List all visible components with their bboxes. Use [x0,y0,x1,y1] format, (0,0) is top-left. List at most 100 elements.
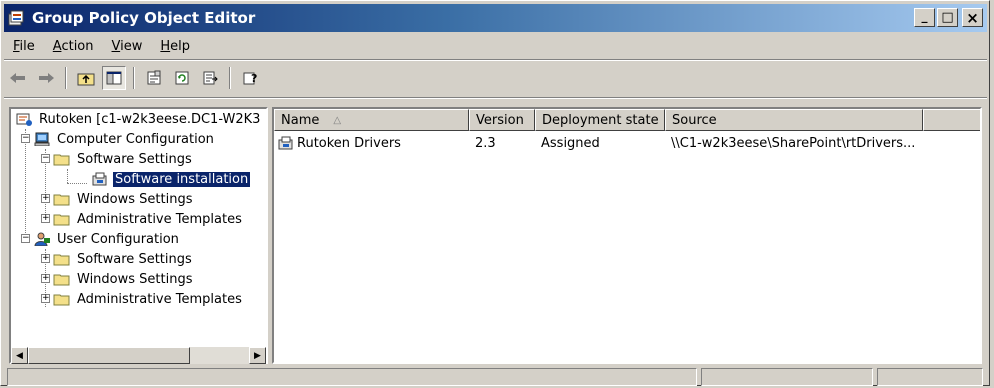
expand-toggle[interactable]: + [41,274,50,283]
software-install-icon [92,172,107,186]
tree-item-administrative-templates[interactable]: Administrative Templates [53,209,244,229]
row-name: Rutoken Drivers [297,135,401,151]
column-header-version[interactable]: Version [469,109,535,131]
menu-action-label: ction [61,38,94,54]
show-hide-tree-button[interactable] [102,66,126,90]
computer-icon [34,132,50,146]
scrollbar-thumb[interactable] [28,347,190,364]
tree-item-label: Windows Settings [77,191,193,207]
row-deployment-state: Assigned [541,135,600,151]
forward-arrow-icon [39,73,54,83]
scroll-right-button[interactable]: ▶ [249,347,266,364]
export-list-icon [203,71,218,85]
menu-toolbar-divider [4,59,987,61]
tree-item-user-configuration[interactable]: User Configuration [33,229,181,249]
close-icon: × [966,8,979,27]
row-source: \\C1-w2k3eese\SharePoint\rtDrivers... [671,135,916,151]
column-header-deployment-state[interactable]: Deployment state [535,109,665,131]
collapse-toggle[interactable]: − [21,234,30,243]
up-folder-icon [77,73,95,86]
tree-connector [67,169,69,183]
tree-horizontal-scrollbar[interactable]: ◀ ▶ [11,347,266,364]
tree-item-label: Software installation [113,171,251,187]
refresh-button[interactable] [170,66,194,90]
toolbar: ? [4,63,987,93]
tree-item-computer-configuration[interactable]: Computer Configuration [33,129,216,149]
menu-view-accel: V [111,38,121,54]
expand-toggle[interactable]: + [41,194,50,203]
maximize-button[interactable]: □ [937,8,958,27]
tree-item-label: Windows Settings [77,271,193,287]
tree-item-label: Administrative Templates [77,211,242,227]
export-list-button[interactable] [198,66,222,90]
folder-icon [53,274,70,286]
menu-view[interactable]: View [103,39,152,54]
scroll-left-button[interactable]: ◀ [11,347,28,364]
expand-toggle[interactable]: + [41,214,50,223]
expand-toggle[interactable]: + [41,294,50,303]
status-bar [4,366,987,386]
collapse-toggle[interactable]: − [41,154,50,163]
back-button[interactable] [6,66,30,90]
column-header-name[interactable]: Name △ [274,109,469,131]
tree-item-software-installation[interactable]: Software installation [91,169,251,189]
console-tree[interactable]: Rutoken [c1-w2k3eese.DC1-W2K3 − Computer… [9,107,268,364]
software-package-icon [278,136,293,150]
show-hide-tree-icon [106,71,122,85]
folder-icon [53,254,70,266]
toolbar-separator [133,67,135,89]
up-one-level-button[interactable] [74,66,98,90]
expand-toggle[interactable]: + [41,254,50,263]
tree-item-label: Administrative Templates [77,291,242,307]
properties-icon [147,70,161,85]
tree-item-user-windows-settings[interactable]: Windows Settings [53,269,194,289]
gpo-icon [16,113,32,126]
help-button[interactable]: ? [238,66,262,90]
tree-item-gpo-root[interactable]: Rutoken [c1-w2k3eese.DC1-W2K3 [15,109,262,129]
tree-item-label: Software Settings [77,151,192,167]
column-header-label: Deployment state [542,112,659,128]
left-arrow-icon: ◀ [16,350,23,361]
menu-view-label: iew [120,38,143,54]
toolbar-content-divider [4,97,987,99]
menu-help[interactable]: Help [151,39,199,54]
app-window: Group Policy Object Editor _ □ × File Ac… [0,0,990,386]
column-header-source[interactable]: Source [665,109,923,131]
gpo-editor-icon [8,9,26,27]
menu-help-accel: H [160,38,171,54]
menu-file-label: ile [19,38,35,54]
folder-icon [53,294,70,306]
column-header-label: Name [281,112,320,128]
status-panel-main [7,368,697,386]
back-arrow-icon [10,73,25,83]
status-panel-secondary [701,368,873,386]
tree-item-windows-settings[interactable]: Windows Settings [53,189,194,209]
column-header-label: Source [672,112,717,128]
close-button[interactable]: × [962,8,983,27]
properties-button[interactable] [142,66,166,90]
menu-help-label: elp [170,38,191,54]
folder-icon [53,194,70,206]
help-icon: ? [243,72,257,85]
tree-item-user-software-settings[interactable]: Software Settings [53,249,194,269]
row-version: 2.3 [475,135,496,151]
tree-item-software-settings[interactable]: Software Settings [53,149,194,169]
minimize-icon: _ [921,8,928,23]
tree-item-user-administrative-templates[interactable]: Administrative Templates [53,289,244,309]
tree-item-label: Software Settings [77,251,192,267]
tree-connector [67,183,87,185]
forward-button[interactable] [34,66,58,90]
window-title: Group Policy Object Editor [32,9,256,27]
column-header-filler [923,109,980,131]
title-bar[interactable]: Group Policy Object Editor _ □ × [4,4,987,32]
minimize-button[interactable]: _ [914,8,935,27]
collapse-toggle[interactable]: − [21,134,30,143]
menu-file[interactable]: File [4,39,44,54]
folder-open-icon [53,154,70,166]
right-arrow-icon: ▶ [254,350,261,361]
menu-action[interactable]: Action [44,39,103,54]
status-panel-tertiary [877,368,983,386]
row-name-cell[interactable]: Rutoken Drivers [277,133,401,153]
results-list[interactable]: Name △ Version Deployment state Source R… [272,107,982,364]
sort-ascending-icon: △ [333,114,342,126]
